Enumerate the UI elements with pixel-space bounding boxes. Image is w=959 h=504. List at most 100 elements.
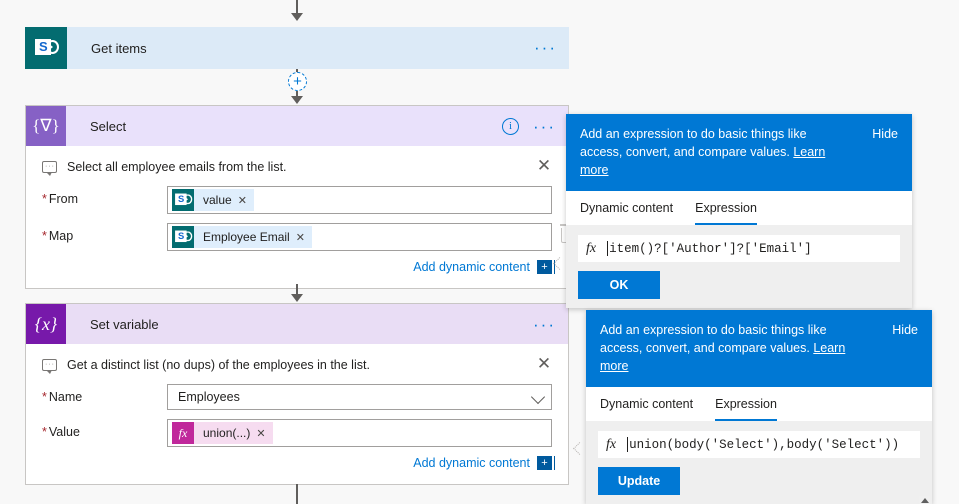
select-panel-collapse-icon[interactable]	[552, 250, 565, 280]
add-dynamic-content-link[interactable]: Add dynamic content	[413, 260, 530, 274]
set-variable-name-label: * Name	[42, 390, 83, 404]
setvar-expression-banner: Add an expression to do basic things lik…	[586, 310, 932, 387]
set-variable-value-label: * Value	[42, 425, 80, 439]
select-actions: i ···	[502, 106, 556, 146]
select-expression-input[interactable]: fx item()?['Author']?['Email']	[578, 235, 900, 262]
flow-designer-canvas: S Get items ··· + {∇} Select i ··· ··· S…	[0, 0, 959, 504]
select-comment-row: ··· Select all employee emails from the …	[42, 146, 552, 186]
tab-dynamic-content[interactable]: Dynamic content	[580, 191, 673, 225]
text-caret	[627, 437, 629, 452]
set-variable-name-row: * Name Employees	[42, 384, 552, 410]
required-marker: *	[42, 425, 47, 439]
required-marker: *	[42, 192, 47, 206]
select-expression-banner: Add an expression to do basic things lik…	[566, 114, 912, 191]
set-variable-value-row: * Value fx union(...) ✕	[42, 419, 552, 447]
chevron-down-icon[interactable]	[530, 389, 546, 405]
token-remove-icon[interactable]: ✕	[256, 427, 272, 440]
select-map-label: * Map	[42, 229, 74, 243]
set-variable-actions: ···	[533, 304, 556, 344]
scroll-up-icon[interactable]	[920, 498, 929, 503]
fx-icon: fx	[172, 422, 194, 444]
text-caret	[607, 241, 609, 256]
get-items-header: S Get items ···	[25, 27, 569, 69]
token-remove-icon[interactable]: ✕	[238, 194, 254, 207]
setvar-expression-actions: Update	[586, 458, 932, 504]
get-items-title: Get items	[91, 40, 147, 56]
select-comment-close-icon[interactable]: ✕	[536, 157, 552, 174]
comment-icon: ···	[42, 161, 57, 176]
connector-line-top	[296, 0, 298, 14]
sharepoint-icon: S	[172, 226, 194, 248]
flow-card-get-items[interactable]: S Get items ···	[25, 27, 569, 69]
set-variable-name-value: Employees	[178, 390, 240, 404]
select-expression-tabs: Dynamic content Expression	[566, 191, 912, 225]
token-employee-email[interactable]: S Employee Email ✕	[172, 226, 312, 248]
tab-expression[interactable]: Expression	[695, 191, 757, 225]
select-from-label: * From	[42, 192, 79, 206]
set-variable-glyph: {x}	[34, 313, 58, 334]
setvar-expression-text: union(body('Select'),body('Select'))	[629, 437, 900, 452]
comment-icon: ···	[42, 359, 57, 374]
expression-panel-select: Add an expression to do basic things lik…	[566, 114, 912, 308]
sharepoint-icon: S	[172, 189, 194, 211]
set-variable-menu-button[interactable]: ···	[533, 316, 556, 333]
fx-icon: fx	[606, 436, 617, 452]
select-expression-actions: OK	[566, 262, 912, 308]
setvar-panel-collapse-icon[interactable]	[572, 435, 585, 465]
select-expression-input-wrap: fx item()?['Author']?['Email']	[566, 225, 912, 262]
select-body: ··· Select all employee emails from the …	[26, 146, 575, 288]
set-variable-add-dynamic-content-row: Add dynamic content +	[42, 456, 555, 470]
info-icon[interactable]: i	[502, 117, 520, 135]
select-header: {∇} Select i ···	[26, 106, 568, 146]
required-marker: *	[42, 229, 47, 243]
select-banner-text: Add an expression to do basic things lik…	[580, 127, 826, 177]
set-variable-comment-close-icon[interactable]: ✕	[536, 355, 552, 372]
select-map-field-row: * Map S Employee Email ✕	[42, 221, 575, 251]
select-from-input[interactable]: S value ✕	[167, 186, 552, 214]
select-from-field-row: * From S value ✕	[42, 186, 552, 214]
select-braces-icon: {∇}	[26, 106, 66, 146]
token-label: Employee Email	[203, 230, 290, 244]
update-button[interactable]: Update	[598, 467, 680, 495]
token-union-expression[interactable]: fx union(...) ✕	[172, 422, 273, 444]
select-glyph: {∇}	[32, 116, 60, 135]
set-variable-name-dropdown[interactable]: Employees	[167, 384, 552, 410]
select-map-input[interactable]: S Employee Email ✕	[167, 221, 575, 251]
hide-button[interactable]: Hide	[872, 125, 898, 143]
set-variable-body: ··· Get a distinct list (no dups) of the…	[26, 344, 568, 484]
tab-expression[interactable]: Expression	[715, 387, 777, 421]
select-menu-button[interactable]: ···	[533, 118, 556, 135]
setvar-braces-icon: {x}	[26, 304, 66, 344]
panel-scrollbar[interactable]	[919, 496, 930, 504]
setvar-expression-input-wrap: fx union(body('Select'),body('Select'))	[586, 421, 932, 458]
select-comment-text: Select all employee emails from the list…	[67, 160, 287, 174]
required-marker: *	[42, 390, 47, 404]
flow-card-select[interactable]: {∇} Select i ··· ··· Select all employee…	[25, 105, 575, 289]
add-dynamic-content-badge-icon[interactable]: +	[537, 260, 555, 274]
set-variable-comment-row: ··· Get a distinct list (no dups) of the…	[42, 344, 552, 384]
set-variable-header: {x} Set variable ···	[26, 304, 568, 344]
set-variable-comment-text: Get a distinct list (no dups) of the emp…	[67, 358, 370, 372]
fx-icon: fx	[586, 240, 597, 256]
token-label: union(...)	[203, 426, 251, 440]
set-variable-value-input[interactable]: fx union(...) ✕	[167, 419, 552, 447]
connector-arrow-select	[291, 96, 303, 104]
add-step-button[interactable]: +	[288, 72, 307, 91]
select-add-dynamic-content-row: Add dynamic content +	[42, 260, 555, 274]
tab-dynamic-content[interactable]: Dynamic content	[600, 387, 693, 421]
setvar-expression-input[interactable]: fx union(body('Select'),body('Select'))	[598, 431, 920, 458]
ok-button[interactable]: OK	[578, 271, 660, 299]
get-items-actions: ···	[534, 27, 557, 67]
token-remove-icon[interactable]: ✕	[296, 231, 312, 244]
get-items-menu-button[interactable]: ···	[534, 39, 557, 56]
setvar-banner-text: Add an expression to do basic things lik…	[600, 323, 846, 373]
add-dynamic-content-link[interactable]: Add dynamic content	[413, 456, 530, 470]
select-title: Select	[90, 118, 127, 134]
expression-panel-set-variable: Add an expression to do basic things lik…	[586, 310, 932, 504]
token-value[interactable]: S value ✕	[172, 189, 254, 211]
hide-button[interactable]: Hide	[892, 321, 918, 339]
add-dynamic-content-badge-icon[interactable]: +	[537, 456, 555, 470]
connector-arrow-top	[291, 13, 303, 21]
flow-card-set-variable[interactable]: {x} Set variable ··· ··· Get a distinct …	[25, 303, 569, 485]
connector-line-bottom	[296, 484, 298, 504]
